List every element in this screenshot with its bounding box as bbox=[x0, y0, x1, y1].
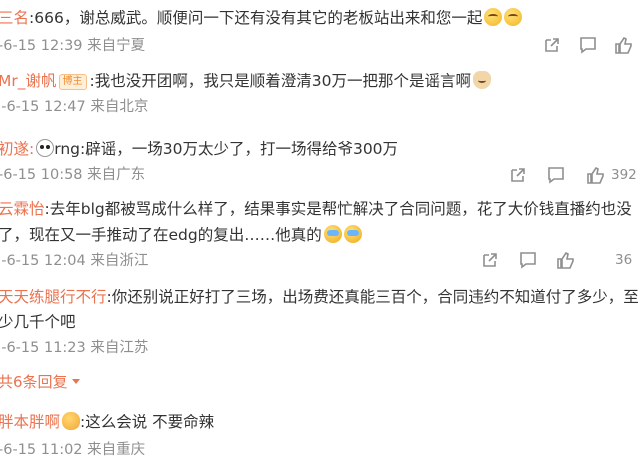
comment-icon[interactable] bbox=[578, 35, 598, 55]
like-icon[interactable] bbox=[614, 35, 634, 55]
more-replies-label: 共6条回复 bbox=[0, 373, 68, 391]
share-icon[interactable] bbox=[480, 250, 500, 270]
comment-4-text-line1: 云霖怡:去年blg都被骂成什么样了，结果事实是帮忙解决了合同问题，花了大价钱直播… bbox=[0, 198, 632, 220]
comment-time: -6-15 11:02 bbox=[0, 442, 83, 458]
username-link[interactable]: Mr_谢帆 bbox=[0, 72, 57, 90]
comment-location: 来自重庆 bbox=[87, 442, 146, 458]
username-link[interactable]: 云霖怡 bbox=[0, 200, 45, 218]
emoji-icon bbox=[472, 71, 491, 89]
comment-content: :这么会说 不要命辣 bbox=[80, 413, 215, 431]
comment-text: 三名:666，谢总威武。顺便问一下还有没有其它的老板站出来和您一起 bbox=[0, 7, 523, 29]
comment-content: 了，现在又一手推动了在edg的复出……他真的 bbox=[0, 226, 322, 244]
comment-2-text: Mr_谢帆 博主:我也没开团啊，我只是顺着澄清30万一把那个是谣言啊 bbox=[0, 70, 491, 92]
comment-content: :我也没开团啊，我只是顺着澄清30万一把那个是谣言啊 bbox=[89, 72, 471, 90]
emoji-icon bbox=[323, 225, 342, 243]
comment-time: 3-6-15 12:47 bbox=[0, 99, 86, 115]
comment-3-text: 初遂: rng:辟谣，一场30万太少了，打一场得给爷300万 bbox=[0, 139, 399, 158]
comment-content: :你还别说正好打了三场，出场费还真能三百个，合同违约不知道付了多少，至 bbox=[106, 288, 639, 306]
like-icon[interactable] bbox=[556, 250, 576, 270]
username-link[interactable]: 初遂 bbox=[0, 140, 29, 158]
comment-location: 来自北京 bbox=[90, 99, 149, 115]
like-count: 36 bbox=[615, 252, 633, 268]
emoji-icon bbox=[62, 412, 81, 430]
more-replies-button[interactable]: 共6条回复 bbox=[0, 371, 80, 392]
comment-actions: 36 bbox=[0, 250, 640, 272]
comment-location: 来自江苏 bbox=[90, 340, 149, 356]
emoji-icon bbox=[36, 139, 55, 157]
comment-time: 3-6-15 11:23 bbox=[0, 340, 86, 356]
comment-content: :去年blg都被骂成什么样了，结果事实是帮忙解决了合同问题，花了大价钱直播约也没 bbox=[44, 200, 632, 218]
comment-meta: 3-6-15 11:23 来自江苏 bbox=[0, 338, 148, 358]
comment-meta: 3-6-15 12:47 来自北京 bbox=[0, 97, 148, 117]
username-link[interactable]: 胖本胖啊 bbox=[0, 413, 60, 431]
like-icon[interactable] bbox=[586, 165, 606, 185]
chevron-down-icon bbox=[71, 379, 80, 384]
comment-content: :666，谢总威武。顺便问一下还有没有其它的老板站出来和您一起 bbox=[29, 9, 483, 27]
author-badge: 博主 bbox=[58, 74, 87, 90]
comment-5-text-line1: 天天练腿行不行:你还别说正好打了三场，出场费还真能三百个，合同违约不知道付了多少… bbox=[0, 286, 639, 308]
emoji-icon bbox=[484, 8, 503, 26]
comment-content: rng:辟谣，一场30万太少了，打一场得给爷300万 bbox=[54, 140, 399, 158]
comment-actions bbox=[0, 35, 640, 57]
username-link[interactable]: 三名 bbox=[0, 9, 29, 27]
comment-6-text: 胖本胖啊 :这么会说 不要命辣 bbox=[0, 411, 214, 433]
comment-content: 少几千个吧 bbox=[0, 313, 76, 331]
share-icon[interactable] bbox=[542, 35, 562, 55]
comment-4-text-line2: 了，现在又一手推动了在edg的复出……他真的 bbox=[0, 224, 362, 246]
comment-meta: -6-15 11:02 来自重庆 bbox=[0, 440, 145, 460]
share-icon[interactable] bbox=[508, 165, 528, 185]
comment-icon[interactable] bbox=[546, 165, 566, 185]
emoji-icon bbox=[343, 225, 362, 243]
comment-actions: 392 bbox=[0, 165, 640, 187]
emoji-icon bbox=[504, 8, 523, 26]
like-count: 392 bbox=[611, 167, 637, 183]
username-link[interactable]: 天天练腿行不行 bbox=[0, 288, 107, 306]
comment-5-text-line2: 少几千个吧 bbox=[0, 311, 76, 333]
comment-icon[interactable] bbox=[518, 250, 538, 270]
